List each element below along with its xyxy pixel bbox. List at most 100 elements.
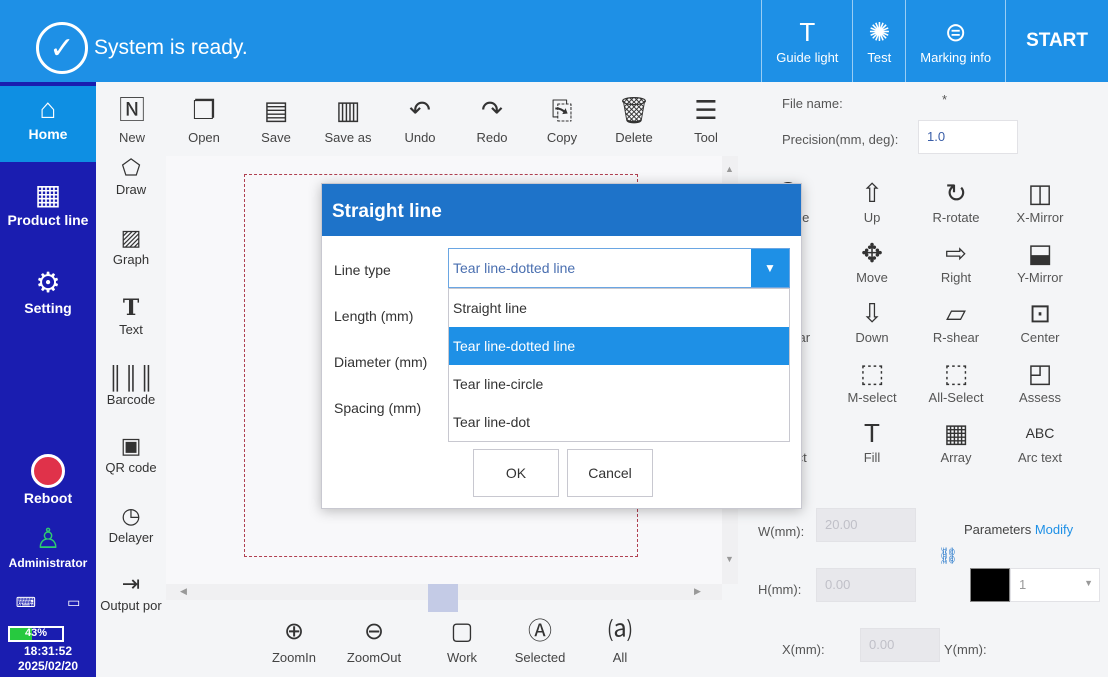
save-as-button[interactable]: ▥ Save as [312, 90, 384, 145]
open-button[interactable]: ❐ Open [168, 90, 240, 145]
work-button[interactable]: ▢ Work [422, 614, 502, 665]
zoom-in-button[interactable]: ⊕ ZoomIn [254, 614, 334, 665]
tool-draw[interactable]: ⬠ Draw [96, 154, 166, 197]
op-arc-text[interactable]: ABC Arc text [998, 416, 1082, 465]
layer-select[interactable]: 1 ▼ [1010, 568, 1100, 602]
width-input[interactable]: 20.00 [816, 508, 916, 542]
toolbar: 🄽 New ❐ Open ▤ Save ▥ Save as ↶ Undo ↷ R… [119, 82, 736, 156]
scroll-left-icon[interactable]: ◀ [180, 586, 187, 597]
new-button[interactable]: 🄽 New [96, 90, 168, 145]
undo-button[interactable]: ↶ Undo [384, 90, 456, 145]
op-all-select[interactable]: ⬚ All-Select [914, 356, 998, 405]
save-as-icon: ▥ [335, 95, 361, 125]
op-m-select[interactable]: ⬚ M-select [830, 356, 914, 405]
copy-button[interactable]: ⎘ Copy [526, 90, 598, 145]
line-type-select[interactable]: Tear line-dotted line ▼ [448, 248, 790, 288]
sidebar-item-product-line[interactable]: ▦ Product line [0, 178, 96, 228]
modify-link[interactable]: Modify [1035, 522, 1073, 537]
scroll-down-icon[interactable]: ▼ [725, 554, 734, 564]
toolbar-label: Open [188, 130, 220, 145]
m-select-icon: ⬚ [859, 358, 885, 388]
tool-label: QR code [105, 460, 157, 475]
tool-delayer[interactable]: ◷ Delayer [96, 502, 166, 545]
tool-text[interactable]: T Text [96, 294, 166, 337]
op-label: X-Mirror [1016, 210, 1064, 225]
new-file-icon: 🄽 [118, 95, 145, 125]
op-label: Move [856, 270, 888, 285]
op-x-mirror[interactable]: ◫ X-Mirror [998, 176, 1082, 225]
guide-light-icon: T [799, 16, 816, 47]
op-assess[interactable]: ◰ Assess [998, 356, 1082, 405]
height-label: H(mm): [758, 582, 802, 597]
selected-button[interactable]: Ⓐ Selected [500, 614, 580, 665]
sidebar-item-home[interactable]: ⌂ Home [0, 86, 96, 162]
x-input[interactable]: 0.00 [860, 628, 940, 662]
view-label: Selected [514, 650, 566, 665]
ok-button[interactable]: OK [473, 449, 559, 497]
toolbar-label: Redo [476, 130, 508, 145]
scroll-right-icon[interactable]: ▶ [694, 586, 701, 597]
save-button[interactable]: ▤ Save [240, 90, 312, 145]
parameters-row: Parameters Modify [964, 522, 1073, 537]
tool-graph[interactable]: ▨ Graph [96, 224, 166, 267]
option-tear-line-dot[interactable]: Tear line-dot [449, 403, 789, 441]
horizontal-scrollbar[interactable]: ◀ ▶ [166, 584, 722, 612]
op-center[interactable]: ⊡ Center [998, 296, 1082, 345]
start-button[interactable]: START [1005, 0, 1108, 82]
x-mirror-icon: ◫ [1027, 178, 1053, 208]
clock-time: 18:31:52 [23, 644, 73, 658]
sidebar-item-reboot[interactable]: Reboot [0, 454, 96, 506]
sidebar-item-administrator[interactable]: ♙ Administrator [0, 522, 96, 570]
tool-label: Text [119, 322, 143, 337]
op-r-shear[interactable]: ▱ R-shear [914, 296, 998, 345]
op-r-rotate[interactable]: ↻ R-rotate [914, 176, 998, 225]
tool-output-port[interactable]: ⇥ Output por [96, 570, 166, 613]
op-up[interactable]: ⇧ Up [830, 176, 914, 225]
scroll-thumb[interactable] [428, 584, 458, 612]
op-move[interactable]: ✥ Move [830, 236, 914, 285]
usb-icon[interactable]: ▭ [67, 594, 80, 611]
file-name-value: * [942, 92, 948, 107]
tool-label: Output por [100, 598, 162, 613]
keyboard-icon[interactable]: ⌨ [16, 594, 36, 611]
op-down[interactable]: ⇩ Down [830, 296, 914, 345]
file-name-label: File name: [782, 96, 843, 111]
zoom-out-button[interactable]: ⊖ ZoomOut [334, 614, 414, 665]
top-actions: T Guide light ✺ Test ⊜ Marking info STAR… [761, 0, 1108, 82]
undo-icon: ↶ [409, 95, 431, 125]
option-straight-line[interactable]: Straight line [449, 289, 789, 327]
delete-button[interactable]: 🗑 Delete [598, 90, 670, 145]
precision-input[interactable]: 1.0 [918, 120, 1018, 154]
guide-light-button[interactable]: T Guide light [761, 0, 852, 82]
text-icon: T [122, 295, 140, 321]
view-label: ZoomIn [271, 650, 317, 665]
x-label: X(mm): [782, 642, 825, 657]
array-icon: ▦ [943, 418, 969, 448]
op-array[interactable]: ▦ Array [914, 416, 998, 465]
chevron-down-icon[interactable]: ▼ [751, 249, 789, 287]
option-tear-line-dotted-line[interactable]: Tear line-dotted line [449, 327, 789, 365]
sidebar-item-setting[interactable]: ⚙ Setting [0, 266, 96, 316]
layer-color-swatch[interactable] [970, 568, 1010, 602]
product-line-icon: ▦ [34, 179, 62, 210]
height-input[interactable]: 0.00 [816, 568, 916, 602]
op-right[interactable]: ⇨ Right [914, 236, 998, 285]
rotate-right-icon: ↻ [945, 178, 967, 208]
checkmark-icon: ✓ [36, 22, 88, 74]
test-button[interactable]: ✺ Test [852, 0, 905, 82]
all-button[interactable]: ⒜ All [580, 614, 660, 665]
op-fill[interactable]: T Fill [830, 416, 914, 465]
lock-ratio-icon[interactable]: ⛓ [938, 546, 958, 566]
arrow-down-icon: ⇩ [861, 298, 883, 328]
guide-light-label: Guide light [776, 49, 839, 65]
redo-button[interactable]: ↷ Redo [456, 90, 528, 145]
cancel-button[interactable]: Cancel [567, 449, 653, 497]
op-label: Up [863, 210, 881, 225]
marking-info-button[interactable]: ⊜ Marking info [905, 0, 1005, 82]
option-tear-line-circle[interactable]: Tear line-circle [449, 365, 789, 403]
scroll-up-icon[interactable]: ▲ [725, 164, 734, 174]
tool-barcode[interactable]: ║║║ Barcode [96, 364, 166, 407]
tool-qr-code[interactable]: ▣ QR code [96, 432, 166, 475]
tool-button[interactable]: ☰ Tool [670, 90, 742, 145]
op-y-mirror[interactable]: ⬓ Y-Mirror [998, 236, 1082, 285]
